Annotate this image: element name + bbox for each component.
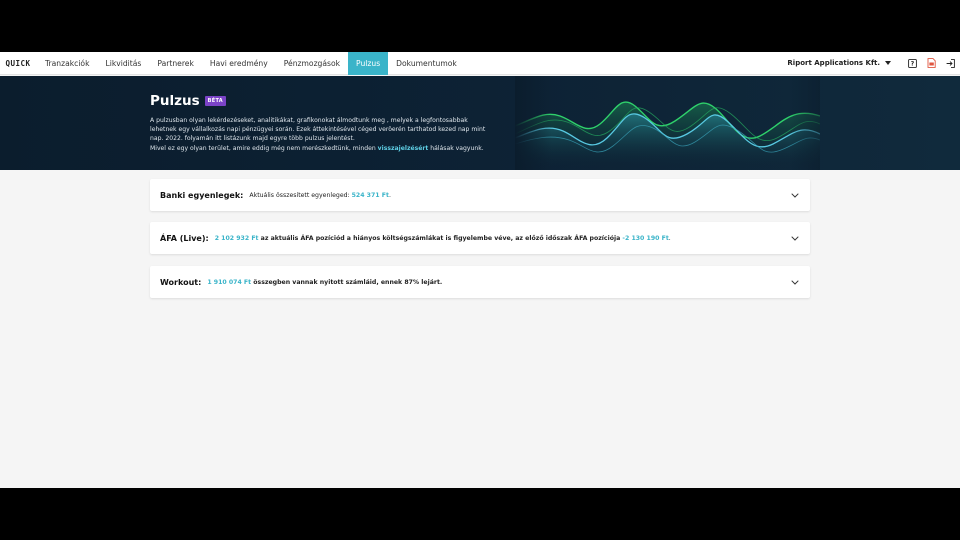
card-text-banki-egyenlegek: Aktuális összesített egyenleged: 524 371… <box>249 192 391 199</box>
feedback-link[interactable]: visszajelzésért <box>378 145 429 152</box>
card-label-afa-live: ÁFA (Live): <box>160 233 209 243</box>
hero-feedback-prefix: Mivel ez egy olyan terület, amire eddig … <box>150 144 378 152</box>
beta-badge: BÉTA <box>204 96 226 106</box>
page-title: Pulzus <box>150 93 200 109</box>
card-text-suffix: . <box>388 191 391 199</box>
card-text-middle: az aktuális ÁFA pozíciód a hiányos költs… <box>258 234 623 242</box>
card-label-banki-egyenlegek: Banki egyenlegek: <box>160 190 244 200</box>
card-text-prefix: Aktuális összesített egyenleged: <box>249 191 352 199</box>
navbar-right: Riport Applications Kft. ? <box>787 52 960 75</box>
chevron-down-icon[interactable] <box>790 233 800 243</box>
bank-balance-value: 524 371 Ft <box>351 191 389 199</box>
hero-title-row: Pulzus BÉTA <box>150 93 226 109</box>
nav-item-havi-eredmeny[interactable]: Havi eredmény <box>202 52 276 75</box>
chevron-down-icon[interactable] <box>790 190 800 200</box>
card-label-workout: Workout: <box>160 277 202 287</box>
company-name: Riport Applications Kft. <box>787 59 880 67</box>
card-workout[interactable]: Workout: 1 910 074 Ft összegben vannak n… <box>150 266 810 298</box>
nav-item-dokumentumok[interactable]: Dokumentumok <box>388 52 465 75</box>
previous-vat-position-value: -2 130 190 Ft <box>622 234 669 242</box>
caret-down-icon <box>885 61 891 65</box>
vat-position-value: 2 102 932 Ft <box>214 234 259 242</box>
company-selector[interactable]: Riport Applications Kft. <box>787 59 891 67</box>
nav-item-partnerek[interactable]: Partnerek <box>149 52 202 75</box>
help-icon[interactable]: ? <box>903 52 922 75</box>
chevron-down-icon[interactable] <box>790 277 800 287</box>
app-frame: QUICK Tranzakciók Likviditás Partnerek H… <box>0 52 960 488</box>
quick-logo[interactable]: QUICK <box>1 52 35 75</box>
hero-wave-graphic <box>515 76 820 170</box>
card-afa-live[interactable]: ÁFA (Live): 2 102 932 Ft az aktuális ÁFA… <box>150 222 810 254</box>
open-invoices-value: 1 910 074 Ft <box>207 278 252 286</box>
document-icon[interactable] <box>922 52 941 75</box>
nav-item-likviditas[interactable]: Likviditás <box>97 52 149 75</box>
logout-icon[interactable] <box>941 52 960 75</box>
card-text-afa-live: 2 102 932 Ft az aktuális ÁFA pozíciód a … <box>215 235 671 242</box>
hero-description-text: A pulzusban olyan lekérdezéseket, analit… <box>150 117 486 143</box>
pulzus-hero-banner: Pulzus BÉTA A pulzusban olyan lekérdezés… <box>0 76 960 170</box>
nav-item-penzmozgasok[interactable]: Pénzmozgások <box>276 52 348 75</box>
hero-description: A pulzusban olyan lekérdezéseket, analit… <box>150 116 495 153</box>
nav-item-pulzus[interactable]: Pulzus <box>348 52 389 75</box>
card-banki-egyenlegek[interactable]: Banki egyenlegek: Aktuális összesített e… <box>150 179 810 211</box>
hero-feedback-suffix: hálásak vagyunk. <box>428 144 484 152</box>
top-navbar: QUICK Tranzakciók Likviditás Partnerek H… <box>0 52 960 75</box>
svg-text:?: ? <box>911 60 915 67</box>
nav-item-tranzakciok[interactable]: Tranzakciók <box>37 52 97 75</box>
card-text-middle: összegben vannak nyitott számláid, ennek… <box>251 278 443 286</box>
card-text-workout: 1 910 074 Ft összegben vannak nyitott sz… <box>207 279 442 286</box>
card-text-suffix: . <box>668 234 671 242</box>
